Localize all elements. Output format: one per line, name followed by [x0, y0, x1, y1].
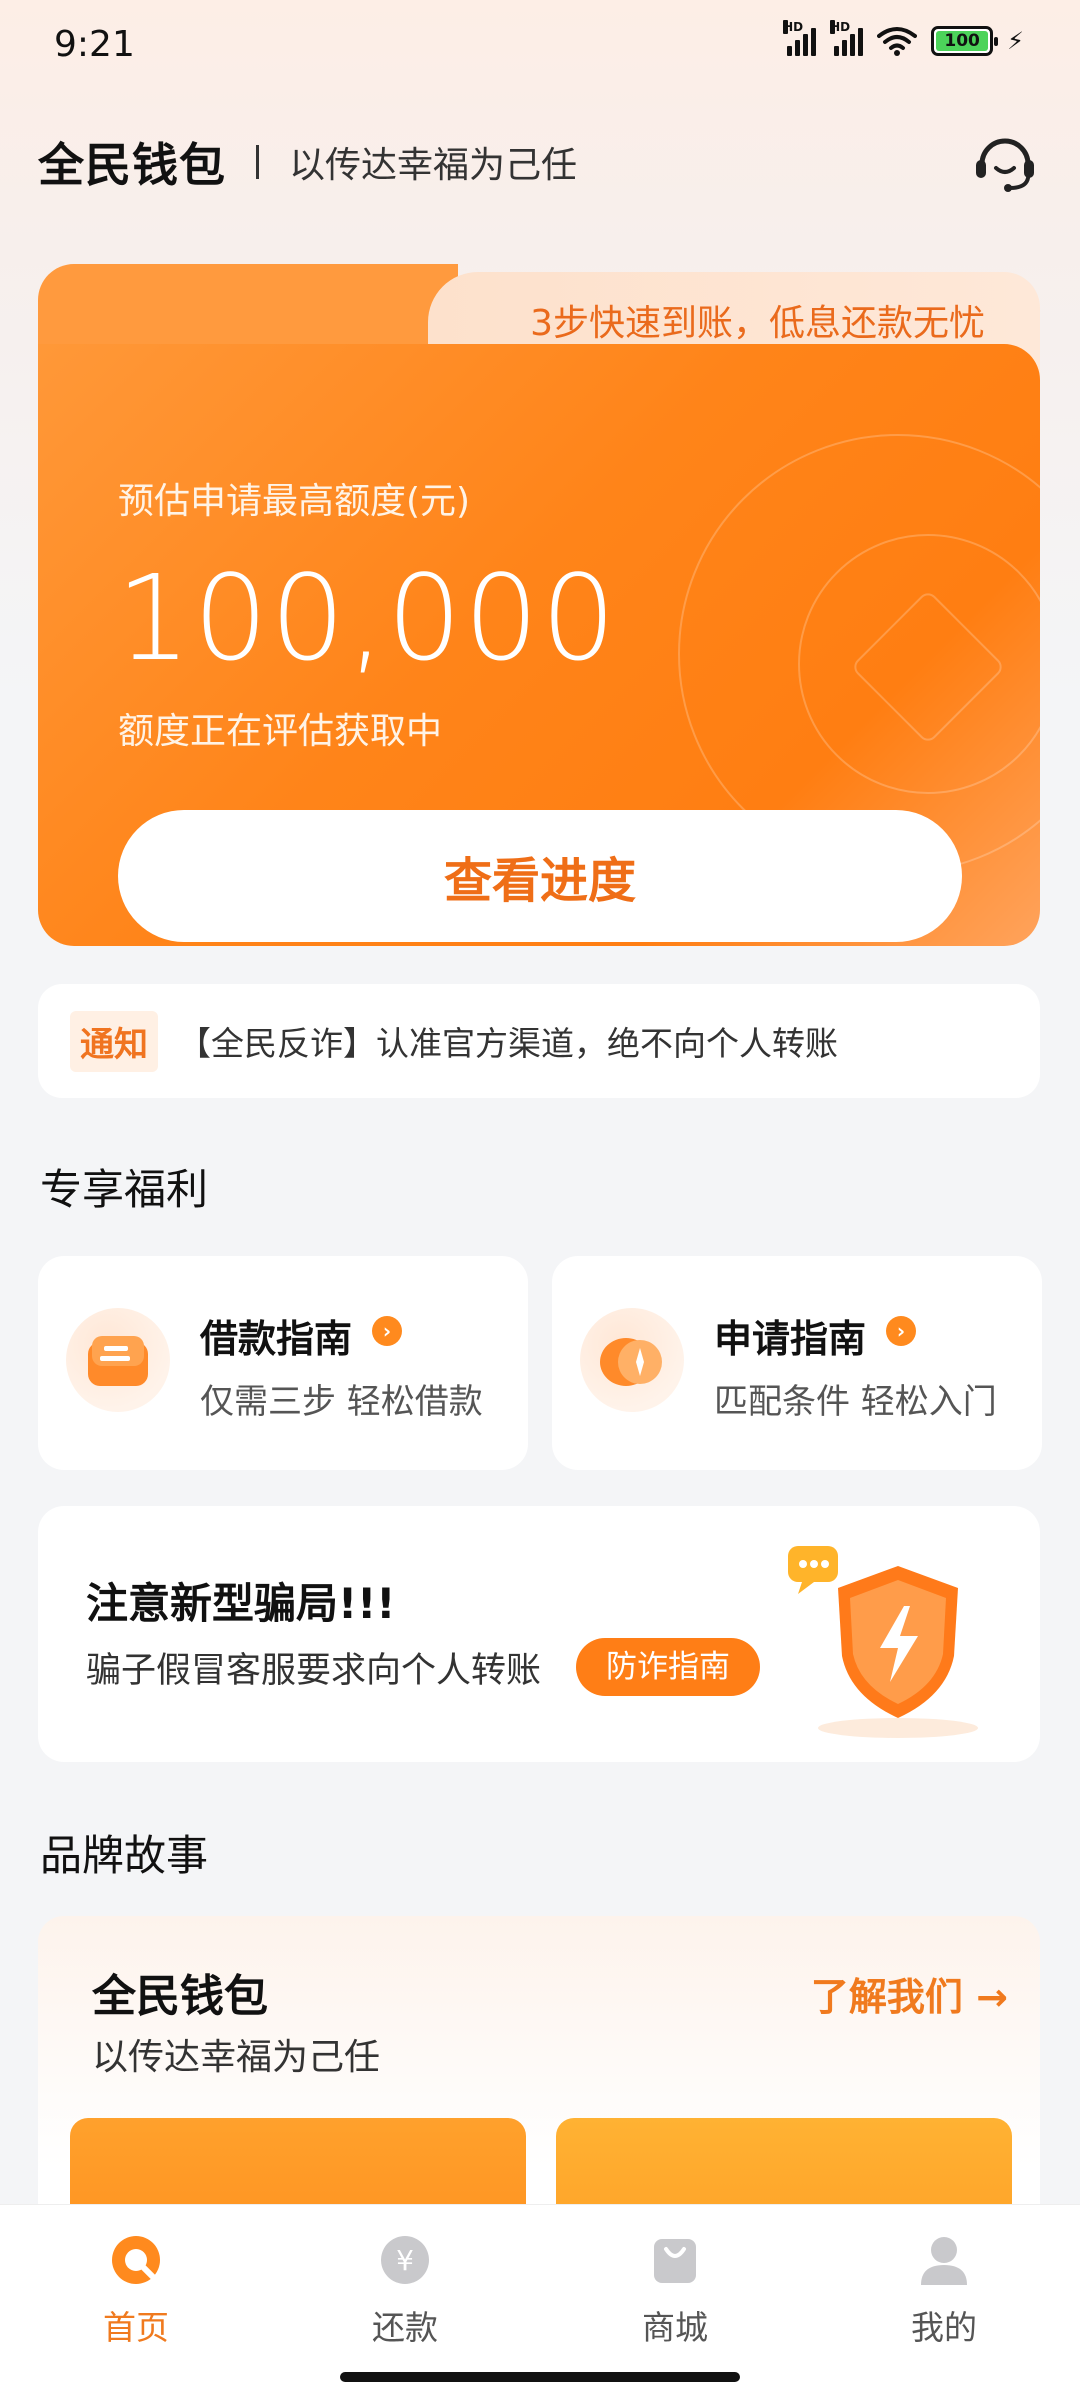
- bottom-navigation: 首页 ¥ 还款 商城 我的: [0, 2204, 1080, 2400]
- yuan-icon: ¥: [381, 2236, 429, 2284]
- notice-tag: 通知: [70, 1010, 158, 1072]
- status-bar: 9:21 HD HD 100 ⚡: [0, 0, 1080, 96]
- notice-bar[interactable]: 通知 【全民反诈】认准官方渠道，绝不向个人转账: [38, 984, 1040, 1098]
- loan-guide-title: 借款指南: [200, 1317, 353, 1361]
- brand-story-section-title: 品牌故事: [40, 1831, 209, 1880]
- brand-story-subtitle: 以传达幸福为己任: [92, 2037, 381, 2078]
- chevron-right-icon: ›: [372, 1316, 402, 1346]
- credit-limit-status: 额度正在评估获取中: [118, 711, 443, 752]
- wifi-icon: [877, 27, 918, 56]
- nav-label-home: 首页: [103, 2308, 169, 2347]
- chevron-right-icon: ›: [886, 1316, 916, 1346]
- loan-guide-icon: [66, 1308, 170, 1412]
- shield-icon: [788, 1546, 978, 1738]
- battery-level: 100: [936, 31, 989, 51]
- app-header: 全民钱包 以传达幸福为己任: [38, 128, 1042, 196]
- about-us-link[interactable]: 了解我们 →: [811, 1966, 1008, 2021]
- apply-guide-subtitle: 匹配条件 轻松入门: [714, 1382, 997, 1422]
- network-type-label: HD: [783, 20, 804, 34]
- customer-service-icon[interactable]: [970, 126, 1040, 196]
- svg-text:¥: ¥: [396, 2244, 414, 2277]
- brand-story-title: 全民钱包: [92, 1971, 268, 2022]
- credit-limit-amount: 100,000: [116, 549, 618, 687]
- credit-limit-label: 预估申请最高额度(元): [118, 481, 471, 522]
- battery-icon: 100: [931, 26, 999, 56]
- status-icons: HD HD 100 ⚡: [783, 20, 1024, 56]
- credit-limit-card: 3步快速到账，低息还款无忧 预估申请最高额度(元) 100,000 额度正在评估…: [38, 264, 1040, 946]
- notice-text: 【全民反诈】认准官方渠道，绝不向个人转账: [178, 1024, 838, 1063]
- shopping-bag-icon: [654, 2239, 696, 2283]
- nav-item-profile[interactable]: 我的: [864, 2233, 1024, 2349]
- nav-item-mall[interactable]: 商城: [595, 2233, 755, 2349]
- user-icon: [921, 2237, 967, 2285]
- apply-guide-title: 申请指南: [714, 1317, 867, 1361]
- view-progress-button[interactable]: 查看进度: [118, 810, 962, 942]
- status-time: 9:21: [54, 24, 135, 65]
- anti-fraud-title: 注意新型骗局!!!: [86, 1579, 396, 1628]
- home-indicator: [340, 2372, 740, 2382]
- nav-item-repayment[interactable]: ¥ 还款: [325, 2233, 485, 2349]
- nav-label-repayment: 还款: [372, 2308, 438, 2347]
- anti-fraud-guide-button[interactable]: 防诈指南: [576, 1638, 760, 1696]
- home-icon: [112, 2236, 160, 2284]
- anti-fraud-subtitle: 骗子假冒客服要求向个人转账: [86, 1651, 542, 1691]
- brand-name: 全民钱包: [38, 138, 226, 192]
- charging-icon: ⚡: [1007, 27, 1024, 55]
- nav-label-profile: 我的: [911, 2308, 977, 2347]
- card-tab-text: 3步快速到账，低息还款无忧: [530, 303, 985, 344]
- benefits-section-title: 专享福利: [40, 1165, 209, 1214]
- apply-guide-card[interactable]: 申请指南 › 匹配条件 轻松入门: [552, 1256, 1042, 1470]
- anti-fraud-banner[interactable]: 注意新型骗局!!! 骗子假冒客服要求向个人转账 防诈指南: [38, 1506, 1040, 1762]
- card-body: 预估申请最高额度(元) 100,000 额度正在评估获取中 查看进度: [38, 344, 1040, 946]
- nav-label-mall: 商城: [642, 2308, 708, 2347]
- network-type-label-2: HD: [830, 20, 851, 34]
- cellular-signal-icon-2: HD: [830, 20, 864, 56]
- brand-slogan: 以传达幸福为己任: [289, 145, 578, 186]
- header-divider: [256, 145, 259, 179]
- loan-guide-card[interactable]: 借款指南 › 仅需三步 轻松借款: [38, 1256, 528, 1470]
- cellular-signal-icon: HD: [783, 20, 817, 56]
- loan-guide-subtitle: 仅需三步 轻松借款: [200, 1382, 483, 1422]
- apply-guide-icon: [580, 1308, 684, 1412]
- nav-item-home[interactable]: 首页: [56, 2233, 216, 2349]
